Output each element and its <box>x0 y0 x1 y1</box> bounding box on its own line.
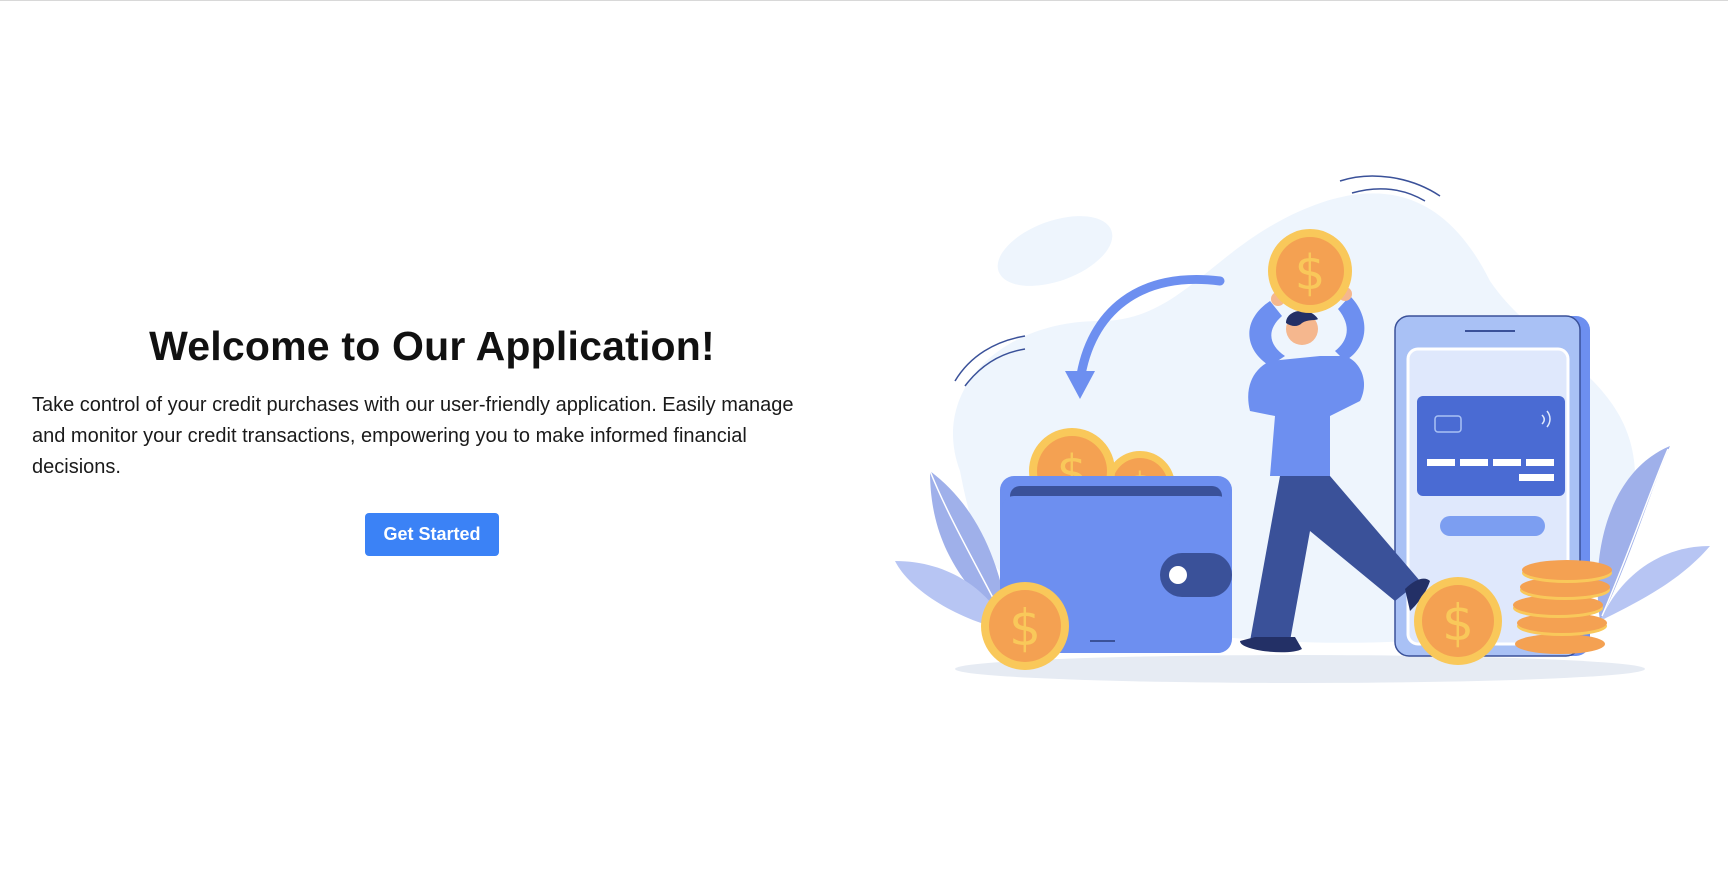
background-cloud <box>997 216 1113 286</box>
coin-stack-icon <box>1513 560 1612 654</box>
landing-page: Welcome to Our Application! Take control… <box>0 0 1728 872</box>
hero-description: Take control of your credit purchases wi… <box>32 394 794 478</box>
coin-icon-wallet-side: $ <box>981 582 1069 670</box>
svg-text:$: $ <box>1442 594 1474 652</box>
get-started-button[interactable]: Get Started <box>365 513 499 556</box>
svg-text:$: $ <box>1295 245 1326 301</box>
hero-illustration: $ $ $ $ <box>890 171 1710 711</box>
coin-icon-floor: $ <box>1414 577 1502 665</box>
coin-icon-held: $ <box>1268 229 1352 313</box>
svg-text:$: $ <box>1009 599 1041 657</box>
illustration-svg: $ $ $ $ <box>895 175 1710 683</box>
cta-container: Get Started <box>32 513 832 556</box>
hero-title: Welcome to Our Application! <box>149 323 715 369</box>
hero-section: Welcome to Our Application! Take control… <box>32 323 832 556</box>
credit-card-icon <box>1417 396 1565 496</box>
ground-shadow <box>955 655 1645 683</box>
